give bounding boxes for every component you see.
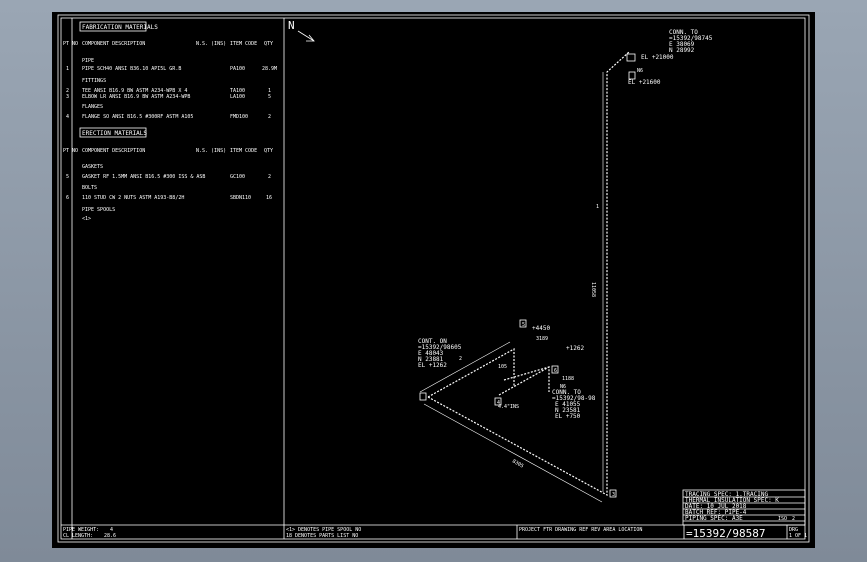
row-desc: 110 STUD CW 2 NUTS ASTM A193-B8/2H: [82, 195, 184, 201]
dim-vertical: 11058: [590, 282, 596, 297]
dim-3189: 3189: [536, 336, 548, 342]
piping-spec: PIPING SPEC: A3E: [685, 515, 743, 522]
row-code: GC100: [230, 174, 245, 180]
section-flanges: FLANGES: [82, 104, 103, 110]
el-21600: EL +21600: [628, 79, 661, 86]
row-desc: PIPE SCH40 ANSI B36.10 API5L GR.B: [82, 66, 181, 72]
col-ns: N.S. (INS): [196, 41, 226, 47]
dim-long: 8305: [511, 459, 524, 470]
fab-header: FABRICATION MATERIALS: [82, 24, 158, 31]
col-qty: QTY: [264, 41, 273, 47]
spool-tag: <1>: [82, 216, 91, 222]
row-pt: 5: [66, 174, 69, 180]
col-qty-2: QTY: [264, 148, 273, 154]
row-desc: GASKET RF 1.5MM ANSI B16.5 #300 ISS & AS…: [82, 174, 205, 180]
part-3: 3: [612, 492, 615, 498]
row-pt: 1: [66, 66, 69, 72]
line-number: =15392/98587: [686, 527, 765, 540]
el-4450: +4450: [532, 325, 550, 332]
row-qty: 5: [268, 94, 271, 100]
c2-el: EL +750: [555, 413, 581, 420]
note-parts: 18 DENOTES PARTS LIST NO: [286, 533, 358, 539]
row-code: FMD100: [230, 114, 248, 120]
part-6: 6: [554, 368, 557, 374]
pt-no-label: PT NO: [63, 41, 78, 47]
north-arrow-icon: [297, 30, 315, 42]
drawing-viewport[interactable]: FABRICATION MATERIALS PT NO COMPONENT DE…: [52, 12, 815, 548]
top-el: EL +21000: [641, 54, 674, 61]
el-1262: +1262: [566, 345, 584, 352]
section-fittings: FITTINGS: [82, 78, 106, 84]
bill-of-materials: FABRICATION MATERIALS PT NO COMPONENT DE…: [63, 21, 277, 539]
cont-el: EL +1262: [418, 362, 447, 369]
titleblock-headers: PROJECT FTR DRAWING REF REV AREA LOCATIO…: [519, 527, 642, 533]
row-pt: 3: [66, 94, 69, 100]
row-pt: 6: [66, 195, 69, 201]
row-qty: 16: [266, 195, 272, 201]
row-qty: 2: [268, 174, 271, 180]
top-n6: N6: [637, 68, 643, 74]
col-ns-2: N.S. (INS): [196, 148, 226, 154]
top-n: N 28992: [669, 47, 695, 54]
row-code: SBDN110: [230, 195, 251, 201]
col-desc: COMPONENT DESCRIPTION: [82, 41, 145, 47]
cl-length-value: 28.6: [104, 533, 116, 539]
section-pipe: PIPE: [82, 58, 94, 64]
north-label: N: [288, 19, 295, 32]
sheet-count: 1 OF 1: [789, 533, 807, 539]
part-marker: [626, 53, 636, 62]
col-desc-2: COMPONENT DESCRIPTION: [82, 148, 145, 154]
dim-105: 105: [498, 364, 507, 370]
col-code: ITEM CODE: [230, 41, 257, 47]
part-marker: [628, 71, 636, 80]
annotations: CONN. TO =15392/98745 E 38069 N 28992 EL…: [418, 29, 713, 498]
pt-no-label-2: PT NO: [63, 148, 78, 154]
row-qty: 28.9M: [262, 66, 277, 72]
isometric-drawing: FABRICATION MATERIALS PT NO COMPONENT DE…: [57, 14, 810, 543]
iso-value: 2: [792, 516, 795, 522]
part-1: 1: [596, 204, 599, 210]
part-marker: [419, 392, 427, 401]
row-pt: 4: [66, 114, 69, 120]
section-bolts: BOLTS: [82, 185, 97, 191]
part-2: 2: [459, 356, 462, 362]
dim-1188: 1188: [562, 376, 574, 382]
section-gaskets: GASKETS: [82, 164, 103, 170]
row-qty: 2: [268, 114, 271, 120]
col-code-2: ITEM CODE: [230, 148, 257, 154]
insulation-tag: 4.4"INS: [498, 404, 519, 410]
row-code: PA100: [230, 66, 245, 72]
iso-label: ISO: [778, 516, 787, 522]
row-desc: FLANGE SO ANSI B16.5 #300RF ASTM A105: [82, 114, 193, 120]
erection-header: ERECTION MATERIALS: [82, 130, 147, 137]
row-code: LA100: [230, 94, 245, 100]
part-5: 5: [522, 322, 525, 328]
part-4: 4: [497, 400, 500, 406]
pipe-route: [427, 51, 630, 497]
title-block: TRACING SPEC: 1.TRACING THERMAL INSULATI…: [516, 489, 807, 540]
section-pipe-spools: PIPE SPOOLS: [82, 207, 115, 213]
cl-length-label: CL LENGTH:: [63, 533, 93, 539]
row-desc: ELBOW LR ANSI B16.9 BW ASTM A234-WPB: [82, 94, 190, 100]
